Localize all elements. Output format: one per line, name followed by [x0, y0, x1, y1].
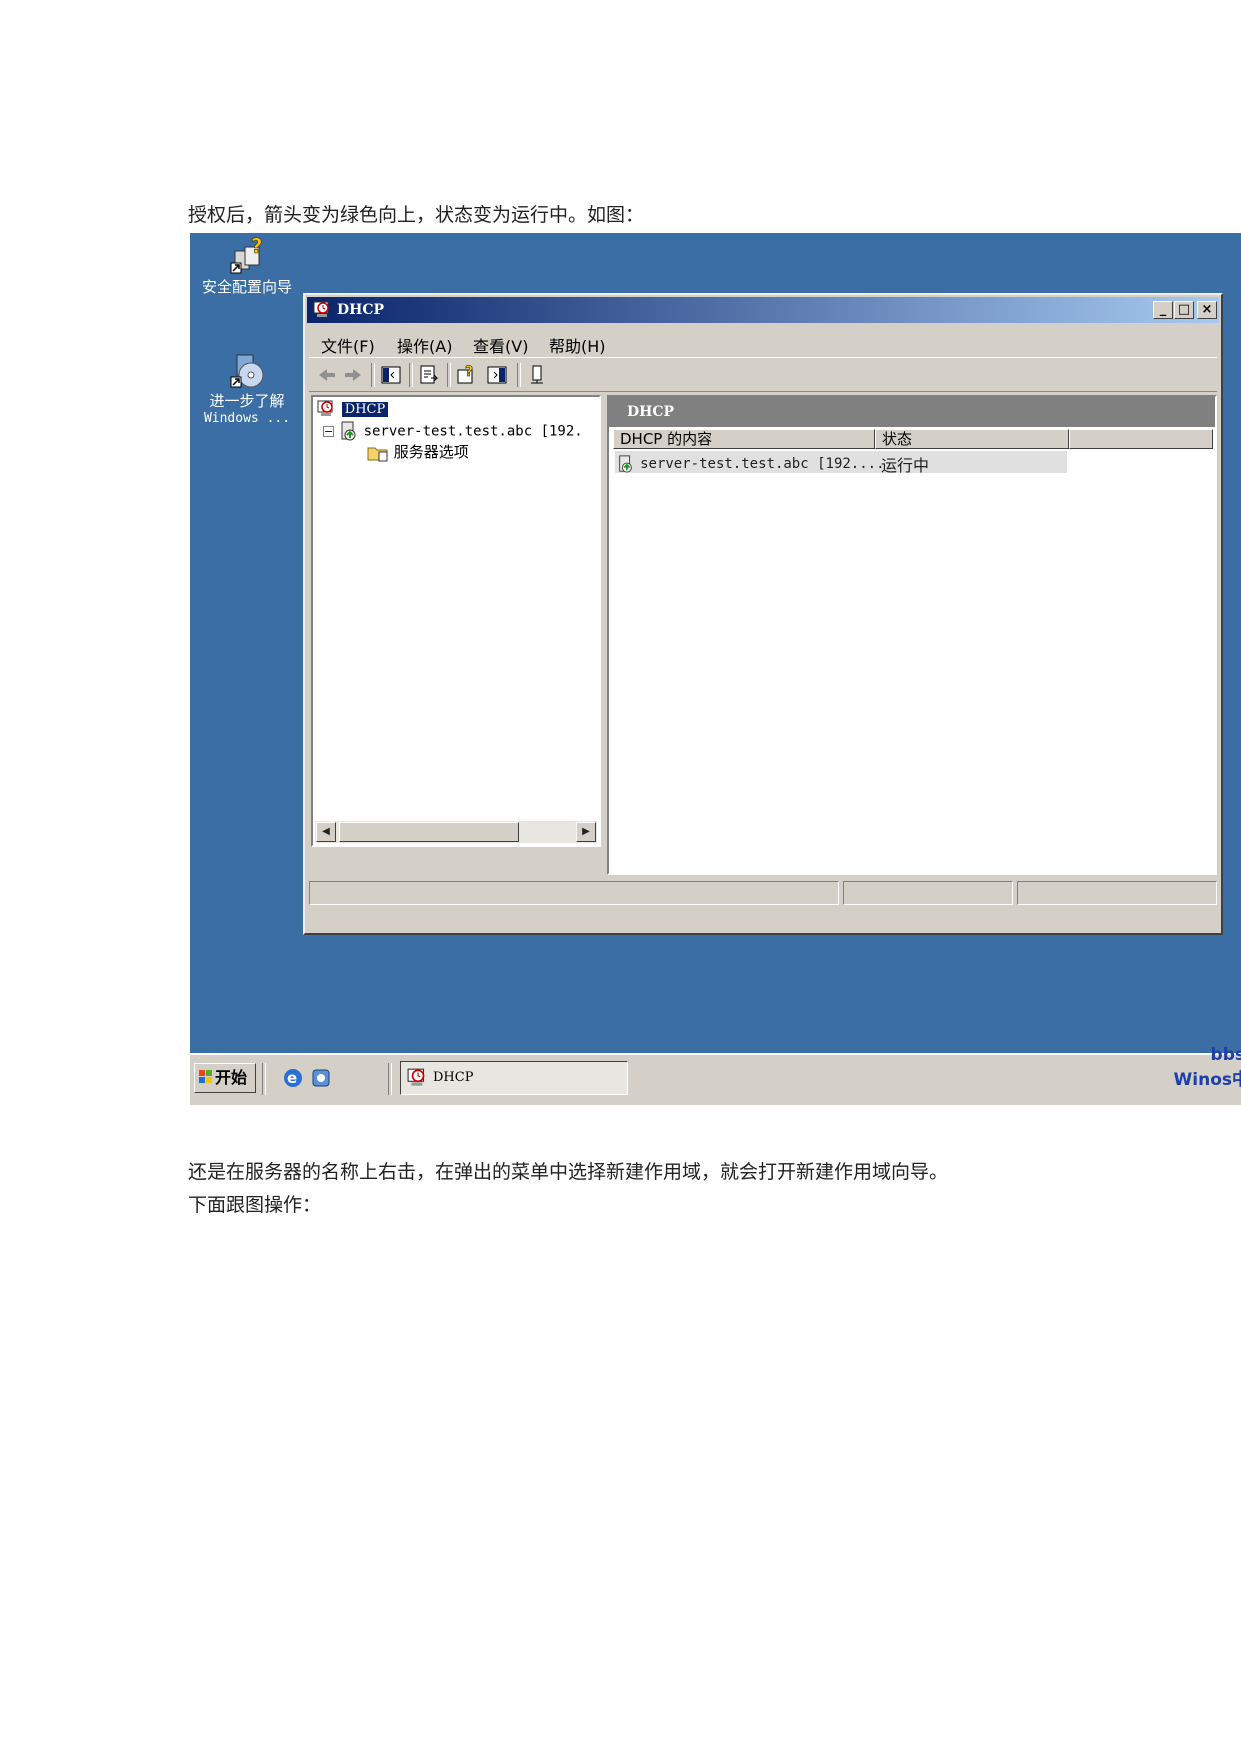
collapse-icon[interactable]: − [323, 425, 334, 437]
title-bar[interactable]: DHCP _ □ × [307, 297, 1219, 323]
status-pane-3 [1017, 881, 1217, 905]
svg-text:?: ? [465, 364, 473, 380]
taskbar-button-label: DHCP [433, 1070, 474, 1085]
export-list-icon[interactable] [417, 364, 441, 386]
server-status-icon[interactable] [525, 364, 549, 386]
row-name-text: server-test.test.abc [192.... [640, 456, 885, 472]
tree-node-dhcp[interactable]: DHCP [317, 399, 389, 418]
tree-node-label: 服务器选项 [393, 443, 469, 461]
status-pane-1 [309, 881, 839, 905]
tree-node-server-options[interactable]: 服务器选项 [367, 441, 469, 462]
console-tree: DHCP − server-test.test.abc [192. 服务器选项 [311, 395, 601, 847]
body-paragraph: 还是在服务器的名称上右击，在弹出的菜单中选择新建作用域，就会打开新建作用域向导。 [188, 1161, 949, 1183]
internet-explorer-icon[interactable]: e [282, 1067, 304, 1089]
svg-text:e: e [287, 1069, 297, 1087]
column-header-status[interactable]: 状态 [875, 429, 1069, 449]
dhcp-app-icon [407, 1068, 425, 1086]
row-name-cell: server-test.test.abc [192.... [617, 453, 885, 473]
minimize-button[interactable]: _ [1153, 301, 1173, 319]
dhcp-window: DHCP _ □ × 文件(F) 操作(A) 查看(V) 帮助(H) ? DHC… [303, 293, 1223, 935]
show-desktop-icon[interactable] [310, 1067, 332, 1089]
status-bar [309, 881, 1217, 905]
windows-cd-icon [227, 351, 267, 391]
scroll-right-icon[interactable]: ▶ [576, 822, 596, 842]
action-pane-icon[interactable] [485, 364, 509, 386]
help-icon[interactable]: ? [455, 364, 479, 386]
dhcp-app-icon [313, 301, 329, 317]
dhcp-node-icon [317, 400, 333, 416]
desktop-icon-sublabel: Windows ... [203, 411, 291, 426]
folder-icon [367, 447, 388, 461]
start-label: 开始 [215, 1068, 248, 1087]
details-pane: DHCP DHCP 的内容 状态 server-test.test.abc [1… [607, 395, 1217, 875]
watermark-line-1: bbs [1210, 1045, 1241, 1065]
tree-node-label: DHCP [341, 402, 389, 417]
tree-node-label: server-test.test.abc [192. [363, 423, 583, 440]
maximize-button[interactable]: □ [1174, 301, 1194, 319]
menu-bar: 文件(F) 操作(A) 查看(V) 帮助(H) [309, 327, 1217, 358]
show-hide-tree-icon[interactable] [379, 364, 403, 386]
tree-node-server[interactable]: − server-test.test.abc [192. [323, 421, 583, 441]
forward-arrow-icon[interactable] [341, 364, 365, 386]
taskbar-button-dhcp[interactable]: DHCP [400, 1061, 628, 1095]
desktop-icon-label: 安全配置向导 [201, 278, 292, 296]
body-paragraph: 下面跟图操作： [188, 1194, 322, 1216]
svg-text:?: ? [251, 237, 263, 258]
back-arrow-icon[interactable] [315, 364, 339, 386]
status-pane-2 [843, 881, 1013, 905]
menu-view[interactable]: 查看(V) [473, 333, 528, 357]
close-button[interactable]: × [1197, 301, 1217, 319]
scroll-thumb[interactable] [339, 822, 519, 842]
server-running-icon [341, 421, 356, 441]
details-pane-title: DHCP [609, 397, 1215, 427]
scroll-left-icon[interactable]: ◀ [316, 822, 336, 842]
intro-paragraph: 授权后，箭头变为绿色向上，状态变为运行中。如图： [188, 204, 645, 226]
horizontal-scrollbar[interactable]: ◀ ▶ [315, 821, 597, 843]
menu-help[interactable]: 帮助(H) [549, 333, 606, 357]
security-wizard-icon: ? [227, 234, 267, 277]
window-title: DHCP [337, 302, 385, 318]
taskbar: 开始 e DHCP bbs Winos中 [190, 1045, 1241, 1105]
screenshot-frame: ? 安全配置向导 进一步了解 Windows ... DHCP _ □ × 文件… [190, 233, 1241, 1105]
menu-action[interactable]: 操作(A) [397, 333, 452, 357]
row-status-cell: 运行中 [881, 456, 930, 475]
menu-file[interactable]: 文件(F) [321, 333, 375, 357]
start-button[interactable]: 开始 [194, 1063, 256, 1093]
desktop-icon-security-wizard[interactable]: ? 安全配置向导 [192, 234, 302, 296]
toolbar: ? [309, 359, 1217, 392]
column-header-contents[interactable]: DHCP 的内容 [613, 429, 875, 449]
desktop-icon-learn-windows[interactable]: 进一步了解 Windows ... [192, 351, 302, 427]
column-header-empty[interactable] [1069, 429, 1213, 449]
windows-flag-icon [199, 1070, 212, 1083]
desktop-icon-label: 进一步了解 [209, 392, 285, 410]
server-running-icon [619, 454, 632, 473]
list-row[interactable]: server-test.test.abc [192.... 运行中 [615, 451, 1067, 475]
watermark-line-2: Winos中 [1173, 1070, 1241, 1090]
